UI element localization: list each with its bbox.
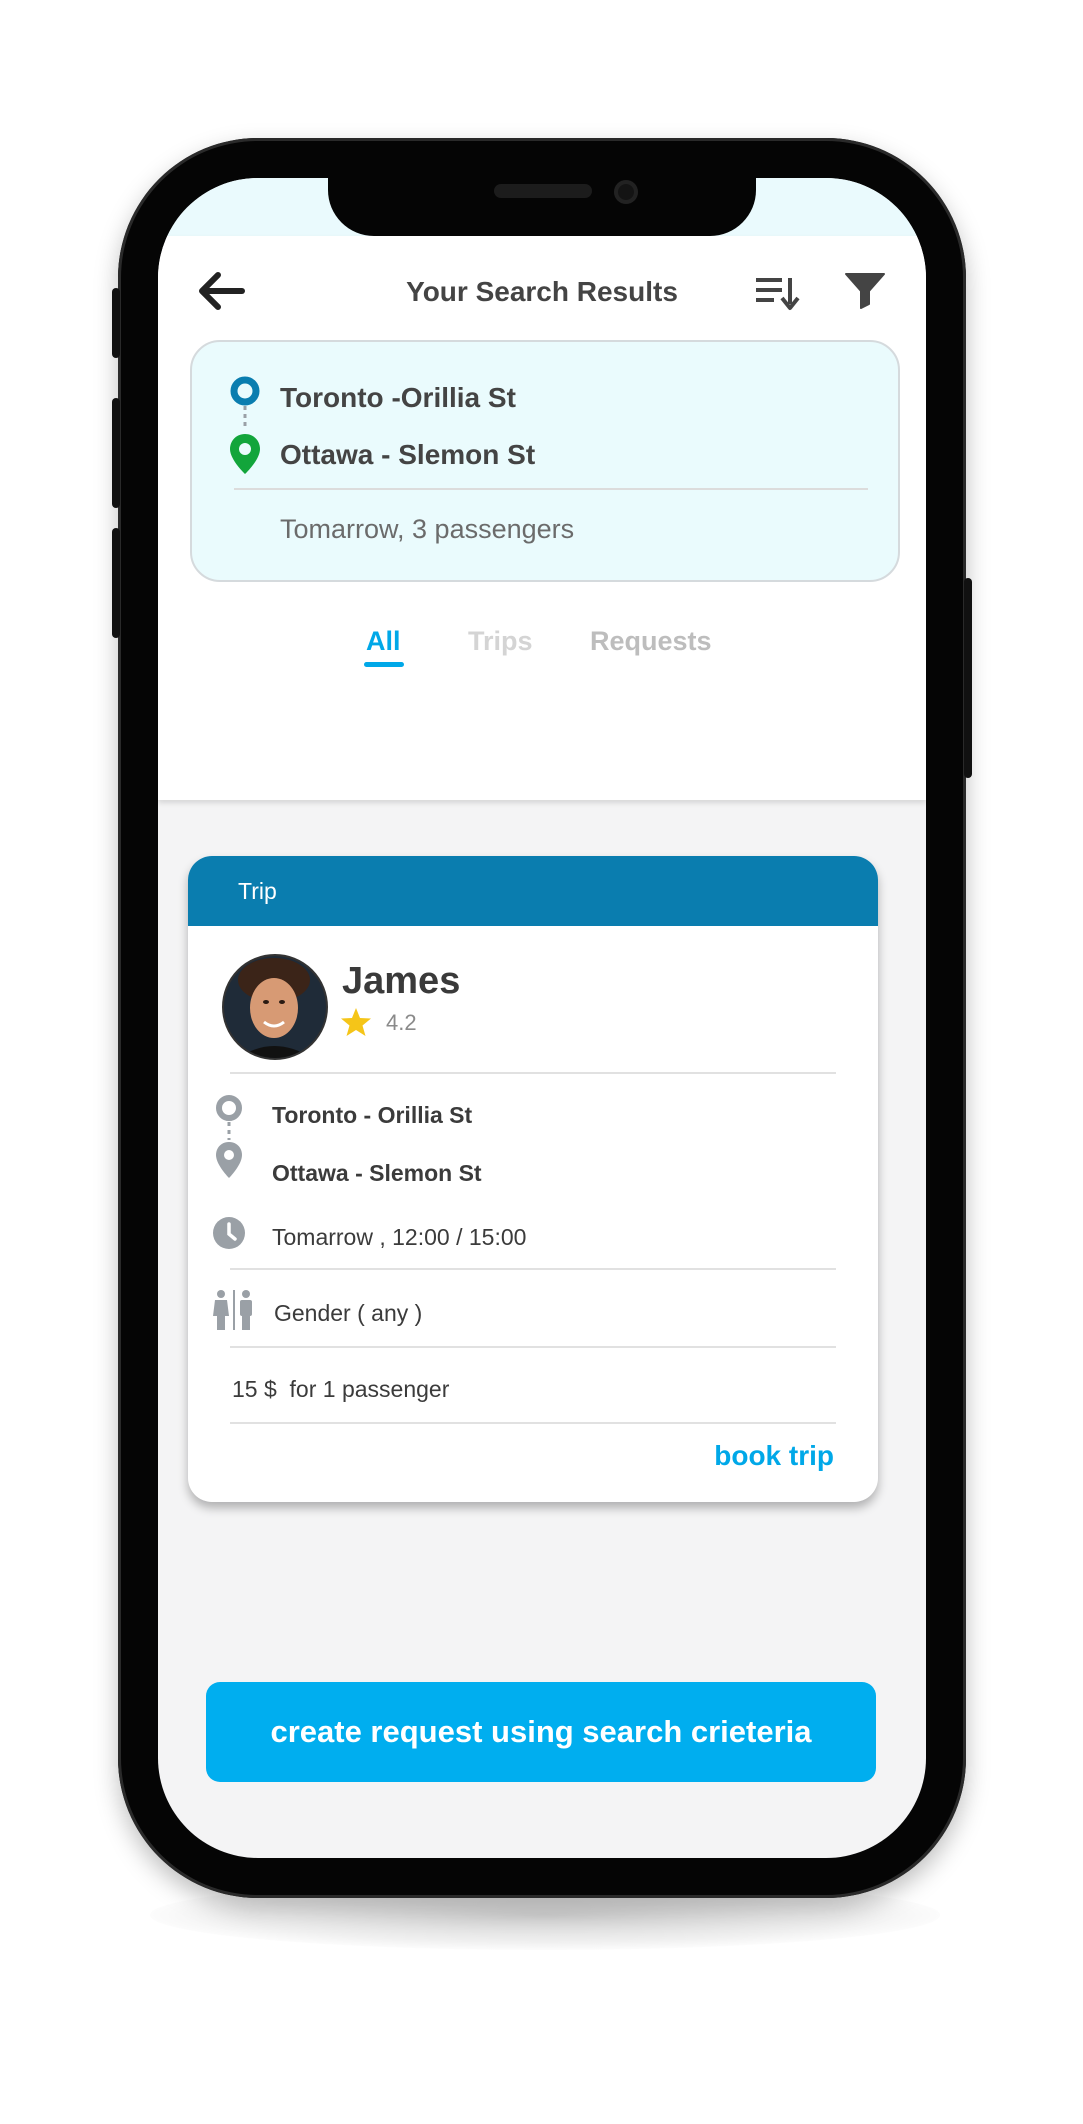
arrow-left-icon (199, 272, 245, 310)
volume-up-button (112, 398, 120, 508)
search-date-passengers: Tomarrow, 3 passengers (280, 514, 575, 544)
star-icon (341, 1008, 371, 1036)
divider (234, 488, 868, 490)
filter-icon (845, 273, 885, 309)
driver-name: James (342, 960, 461, 1002)
clock-icon (213, 1217, 245, 1249)
search-origin: Toronto -Orillia St (280, 382, 516, 413)
driver-rating: 4.2 (386, 1010, 417, 1035)
gender-icon (213, 1290, 252, 1330)
divider (230, 1422, 836, 1424)
active-tab-indicator (364, 662, 404, 667)
tab-trips[interactable]: Trips (468, 626, 533, 657)
page-title: Your Search Results (406, 276, 678, 307)
filter-button[interactable] (844, 270, 886, 310)
results-tabs: All Trips Requests (158, 626, 926, 686)
volume-down-button (112, 528, 120, 638)
tab-requests[interactable]: Requests (590, 626, 712, 657)
back-button[interactable] (194, 269, 246, 313)
trip-time: Tomarrow , 12:00 / 15:00 (272, 1224, 527, 1250)
route-line-icon (216, 1095, 242, 1178)
phone-notch (328, 174, 756, 236)
front-camera (614, 180, 638, 204)
search-summary-card[interactable]: Toronto -Orillia St Ottawa - Slemon St T… (190, 340, 900, 582)
trip-result-card[interactable]: Trip James 4.2 Toronto - Orillia St Otta… (188, 856, 878, 1502)
gender-preference: Gender ( any ) (274, 1300, 423, 1326)
divider (230, 1268, 836, 1270)
speaker-grille (494, 184, 592, 198)
card-header: Trip (188, 856, 878, 926)
divider (230, 1072, 836, 1074)
search-destination: Ottawa - Slemon St (280, 439, 536, 470)
result-type-label: Trip (238, 878, 277, 904)
sort-button[interactable] (754, 272, 800, 312)
divider (230, 1346, 836, 1348)
tab-all[interactable]: All (366, 626, 401, 657)
trip-origin: Toronto - Orillia St (272, 1102, 473, 1128)
map-pin-icon (230, 434, 260, 474)
driver-photo (224, 956, 326, 1058)
phone-frame: Your Search Results Toronto -Orillia St … (112, 138, 972, 1898)
create-request-button[interactable]: create request using search crieteria (206, 1682, 876, 1782)
avatar (222, 954, 328, 1060)
trip-destination: Ottawa - Slemon St (272, 1160, 482, 1186)
silent-switch (112, 288, 120, 358)
trip-price: 15 $ for 1 passenger (232, 1376, 450, 1402)
sort-descending-icon (756, 278, 800, 310)
app-screen: Your Search Results Toronto -Orillia St … (158, 178, 926, 1858)
results-header: Your Search Results Toronto -Orillia St … (158, 236, 926, 800)
book-trip-button[interactable]: book trip (714, 1440, 834, 1472)
power-button (964, 578, 972, 778)
